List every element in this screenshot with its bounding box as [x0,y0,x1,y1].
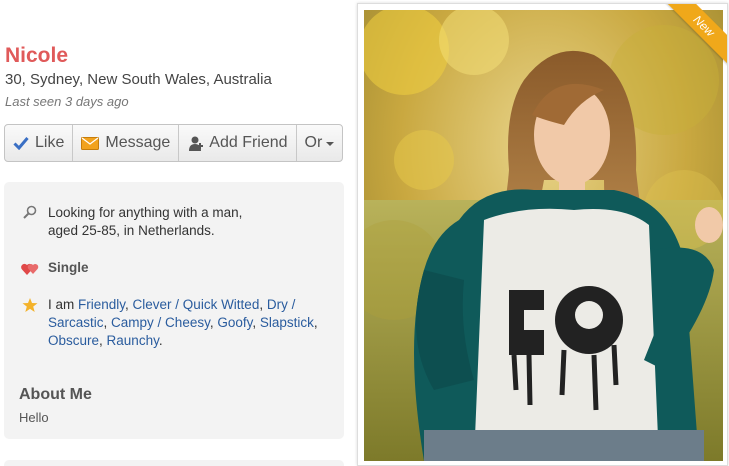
trait-link[interactable]: Campy / Cheesy [111,315,210,330]
search-icon [20,204,40,219]
like-label: Like [35,134,65,151]
profile-photo[interactable] [364,10,723,461]
relationship-status-row: Single [20,260,89,276]
message-label: Message [105,134,171,151]
message-button[interactable]: Message [73,125,180,161]
or-label: Or [304,134,323,151]
like-button[interactable]: Like [5,125,74,161]
about-me-text: Hello [19,410,49,425]
add-friend-icon [187,135,204,151]
hearts-icon [20,260,40,276]
new-badge: New [665,4,727,66]
profile-photo-frame[interactable]: New [357,3,728,466]
trait-link[interactable]: Clever / Quick Witted [133,297,260,312]
profile-name: Nicole [5,44,69,67]
looking-for-text: Looking for anything with a man, aged 25… [48,205,243,238]
details-card: Looking for anything with a man, aged 25… [4,182,344,439]
looking-for-row: Looking for anything with a man, aged 25… [20,204,242,240]
star-icon [20,296,40,313]
secondary-card [4,460,344,466]
profile-panel: Nicole 30, Sydney, New South Wales, Aust… [0,0,350,466]
or-dropdown-button[interactable]: Or [297,125,343,161]
trait-link[interactable]: Raunchy [107,333,159,348]
chevron-down-icon [326,142,335,146]
action-button-group: Like Message Add Friend Or [4,124,344,162]
trait-link[interactable]: Friendly [78,297,125,312]
relationship-status: Single [48,260,89,275]
add-friend-label: Add Friend [209,134,288,151]
about-me-heading: About Me [19,386,92,403]
profile-location: 30, Sydney, New South Wales, Australia [5,71,272,88]
check-icon [13,136,29,150]
envelope-icon [81,136,100,150]
add-friend-button[interactable]: Add Friend [179,125,297,161]
traits-row: I am Friendly, Clever / Quick Witted, Dr… [20,296,338,350]
trait-link[interactable]: Goofy [217,315,252,330]
trait-link[interactable]: Obscure [48,333,99,348]
last-seen: Last seen 3 days ago [5,94,129,109]
trait-link[interactable]: Slapstick [260,315,314,330]
traits-text: I am Friendly, Clever / Quick Witted, Dr… [48,297,318,348]
new-badge-label: New [665,4,727,65]
